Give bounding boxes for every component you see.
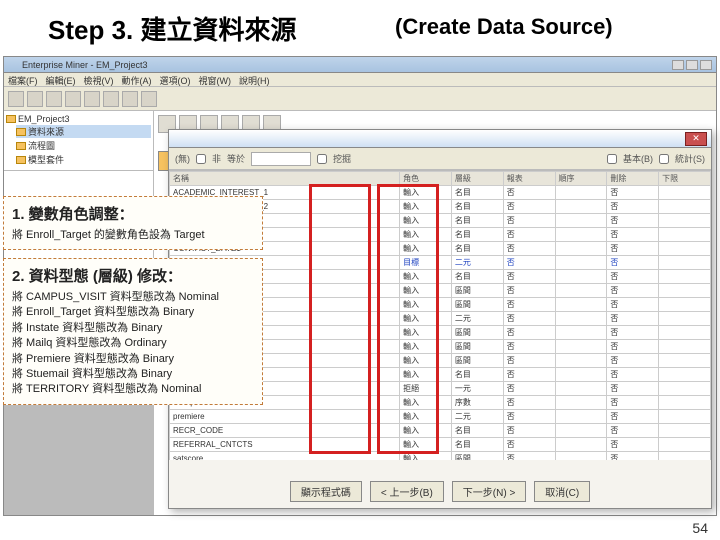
toolbar-btn[interactable] (122, 91, 138, 107)
back-button[interactable]: < 上一步(B) (370, 481, 444, 502)
folder-icon (16, 128, 26, 136)
table-row[interactable]: RECR_CODE輸入名目否否 (170, 424, 711, 438)
project-tree[interactable]: EM_Project3 資料來源 流程圖 模型套件 (4, 111, 153, 171)
toolbar-btn[interactable] (27, 91, 43, 107)
annotation-1-title: 1. 變數角色調整： (12, 203, 254, 224)
toolbar-btn[interactable] (103, 91, 119, 107)
menu-action[interactable]: 動作(A) (122, 74, 152, 85)
show-code-button[interactable]: 顯示程式碼 (290, 481, 362, 502)
toolbar-btn[interactable] (84, 91, 100, 107)
annotation-2: 2. 資料型態 (層級) 修改： 將 CAMPUS_VISIT 資料型態改為 N… (3, 258, 263, 405)
not-label: 非 (212, 152, 221, 165)
column-header[interactable]: 角色 (400, 172, 452, 186)
maximize-button[interactable] (686, 60, 698, 70)
annotation-2-body: 將 CAMPUS_VISIT 資料型態改為 Nominal將 Enroll_Ta… (12, 290, 254, 398)
page-number: 54 (692, 520, 708, 536)
menu-view[interactable]: 檢視(V) (84, 74, 114, 85)
dialog-close-button[interactable]: ✕ (685, 132, 707, 146)
dialog-header: ✕ (169, 130, 711, 148)
menubar: 檔案(F) 編輯(E) 檢視(V) 動作(A) 選項(O) 視窗(W) 說明(H… (4, 73, 716, 87)
folder-icon (6, 115, 16, 123)
mining-checkbox[interactable] (317, 154, 327, 164)
column-header[interactable]: 刪除 (607, 172, 659, 186)
table-row[interactable]: satscore輸入區間否否 (170, 452, 711, 461)
stats-label: 統計(S) (675, 152, 705, 165)
folder-icon (16, 156, 26, 164)
menu-window[interactable]: 視窗(W) (199, 74, 232, 85)
next-button[interactable]: 下一步(N) > (452, 481, 527, 502)
page-subtitle: (Create Data Source) (395, 14, 613, 40)
window-titlebar: Enterprise Miner - EM_Project3 (4, 57, 716, 73)
table-row[interactable]: premiere輸入二元否否 (170, 410, 711, 424)
mining-label: 挖掘 (333, 152, 351, 165)
annotation-1: 1. 變數角色調整： 將 Enroll_Target 的變數角色設為 Targe… (3, 196, 263, 250)
page-title: Step 3. 建立資料來源 (48, 10, 297, 47)
menu-file[interactable]: 檔案(F) (8, 74, 38, 85)
not-checkbox[interactable] (196, 154, 206, 164)
menu-options[interactable]: 選項(O) (160, 74, 191, 85)
filter-none-label: (無) (175, 152, 190, 165)
app-icon (8, 60, 18, 70)
filter-input[interactable] (251, 152, 311, 166)
window-title: Enterprise Miner - EM_Project3 (22, 60, 148, 70)
column-header[interactable]: 順序 (555, 172, 607, 186)
filter-bar: (無) 非 等於 挖掘 基本(B) 統計(S) (169, 148, 711, 170)
eq-label: 等於 (227, 152, 245, 165)
cancel-button[interactable]: 取消(C) (534, 481, 590, 502)
toolbar-btn[interactable] (8, 91, 24, 107)
toolbar (4, 87, 716, 111)
column-header[interactable]: 下限 (659, 172, 711, 186)
menu-edit[interactable]: 編輯(E) (46, 74, 76, 85)
preview-panel (4, 395, 153, 515)
table-row[interactable]: REFERRAL_CNTCTS輸入名目否否 (170, 438, 711, 452)
basic-checkbox[interactable] (607, 154, 617, 164)
stats-checkbox[interactable] (659, 154, 669, 164)
folder-icon (16, 142, 26, 150)
annotation-2-title: 2. 資料型態 (層級) 修改： (12, 265, 254, 286)
annotation-1-body: 將 Enroll_Target 的變數角色設為 Target (12, 228, 254, 243)
column-header[interactable]: 名稱 (170, 172, 400, 186)
column-header[interactable]: 報表 (503, 172, 555, 186)
basic-label: 基本(B) (623, 152, 653, 165)
menu-help[interactable]: 說明(H) (239, 74, 270, 85)
toolbar-btn[interactable] (65, 91, 81, 107)
column-header[interactable]: 層級 (451, 172, 503, 186)
toolbar-btn[interactable] (141, 91, 157, 107)
close-button[interactable] (700, 60, 712, 70)
dialog-buttons: 顯示程式碼 < 上一步(B) 下一步(N) > 取消(C) (169, 481, 711, 502)
toolbar-btn[interactable] (46, 91, 62, 107)
minimize-button[interactable] (672, 60, 684, 70)
